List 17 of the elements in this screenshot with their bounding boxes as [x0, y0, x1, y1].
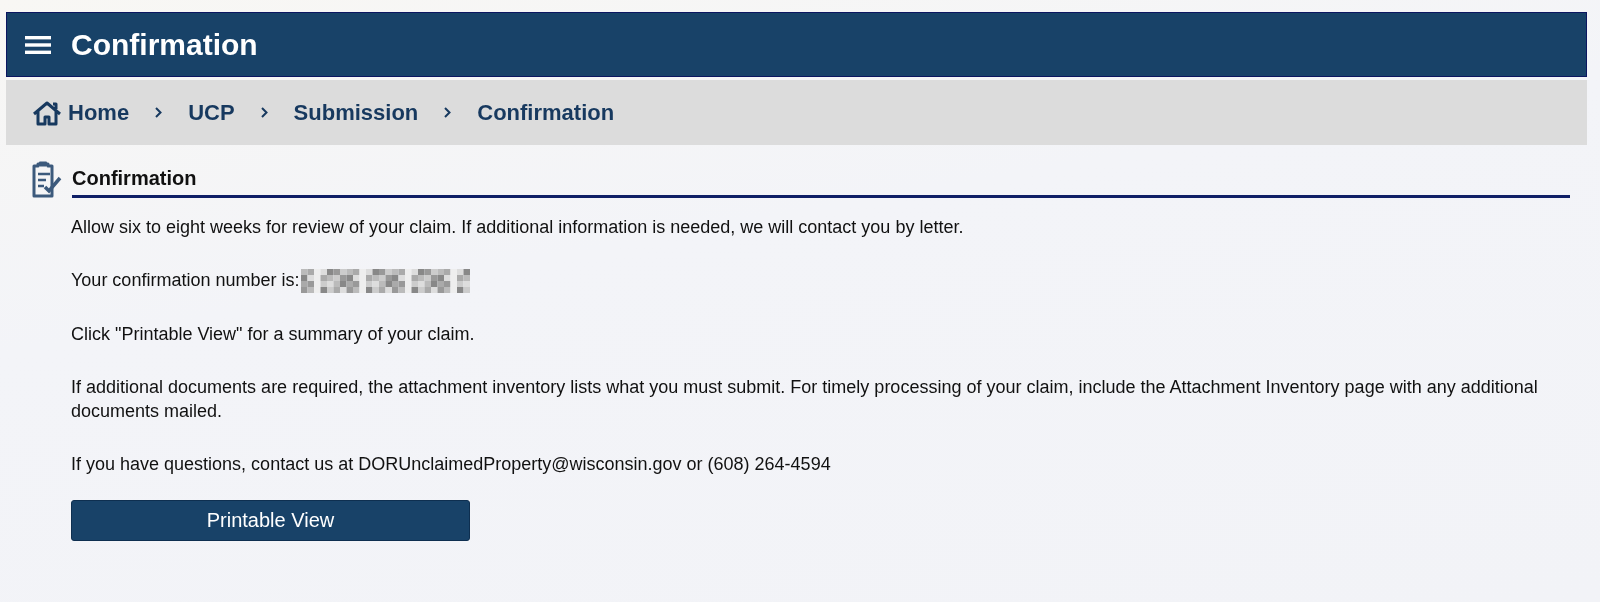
page-title: Confirmation: [71, 27, 258, 62]
breadcrumb-link[interactable]: Confirmation: [477, 99, 615, 126]
menu-icon[interactable]: [25, 33, 51, 56]
printable-view-button[interactable]: Printable View: [71, 500, 470, 542]
breadcrumb-link[interactable]: UCP: [188, 99, 235, 126]
paragraph-text: If you have questions, contact us at DORUnclaimedProperty@wisconsin.gov or (608) 264-4594: [71, 453, 832, 477]
breadcrumb-link[interactable]: Submission: [293, 99, 419, 126]
section-title: Confirmation: [72, 167, 1570, 198]
paragraph-text: Allow six to eight weeks for review of your claim. If additional information is needed, we will contact you by letter.: [71, 216, 965, 239]
paragraph-text: If additional documents are required, the attachment inventory lists what you must submit. For timely processing of your claim, include the Attachment Inventory page with any additional documents mailed.: [71, 376, 1539, 424]
paragraph-text: Your confirmation number is:: [71, 270, 300, 290]
home-icon: [32, 99, 62, 126]
chevron-icon: [155, 107, 163, 118]
breadcrumb-label[interactable]: Home: [68, 99, 130, 126]
chevron-icon: [260, 107, 268, 118]
chevron-icon: [444, 107, 452, 118]
paragraph-text: Click "Printable View" for a summary of your claim.: [71, 323, 476, 347]
